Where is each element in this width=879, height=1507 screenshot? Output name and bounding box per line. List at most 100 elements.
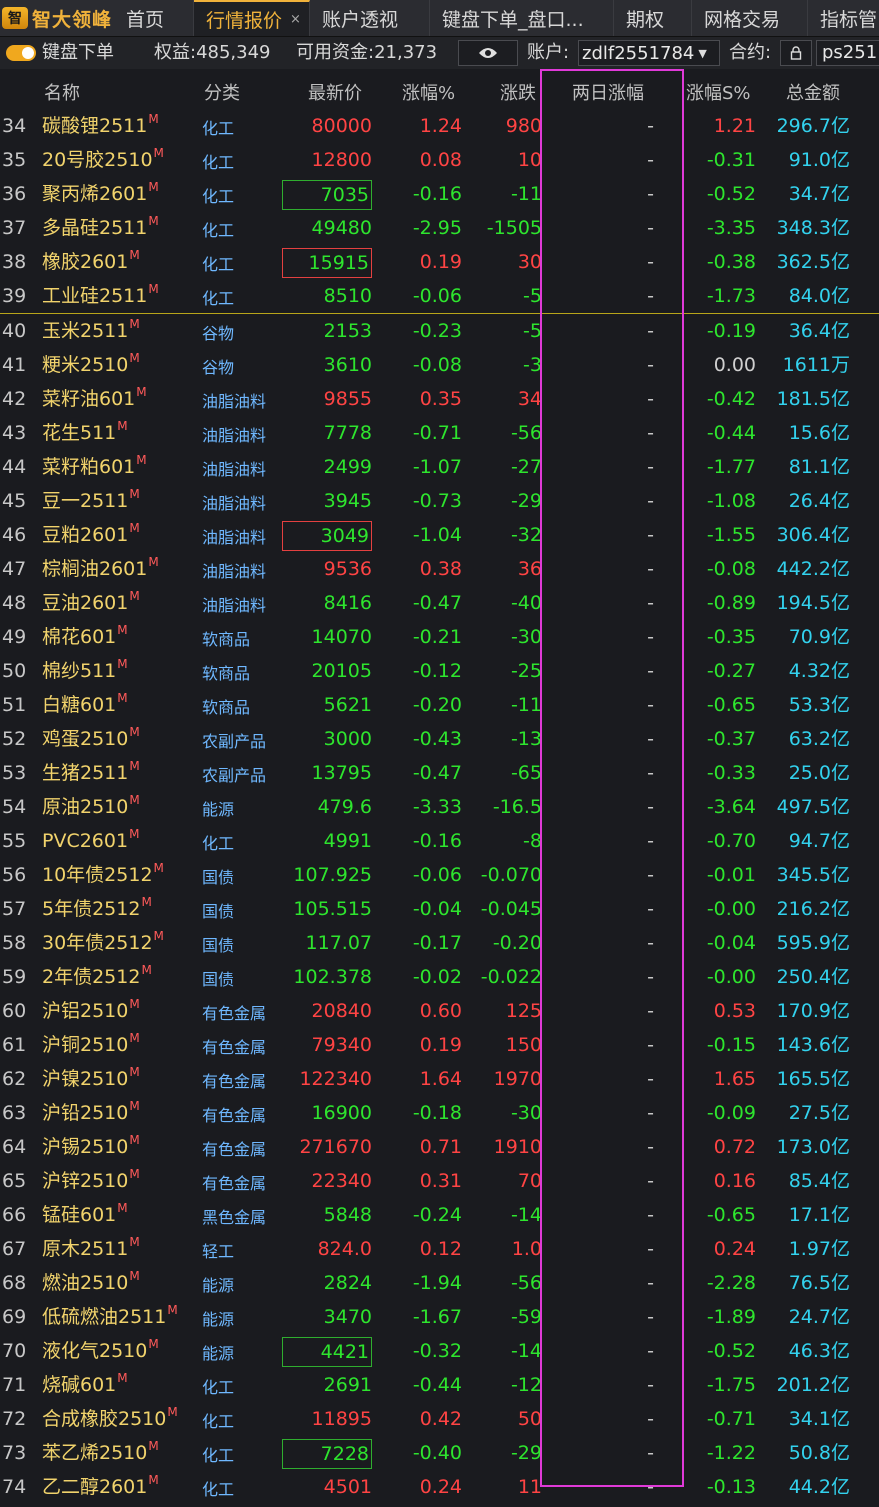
table-row[interactable]: 44 菜籽粕601M 油脂油料 2499 -1.07 -27 - -1.77 81.1亿 (0, 450, 879, 484)
contract-name[interactable]: 乙二醇2601M (42, 1474, 159, 1498)
table-row[interactable]: 41 粳米2510M 谷物 3610 -0.08 -3 - 0.00 1611万 (0, 348, 879, 382)
table-row[interactable]: 64 沪锡2510M 有色金属 271670 0.71 1910 - 0.72 173.0亿 (0, 1130, 879, 1164)
table-row[interactable]: 35 20号胶2510M 化工 12800 0.08 10 - -0.31 91.0亿 (0, 143, 879, 177)
col-change-s-pct[interactable]: 涨幅S% (686, 79, 751, 105)
keyboard-order-toggle[interactable] (6, 45, 36, 61)
table-row[interactable]: 71 烧碱601M 化工 2691 -0.44 -12 - -1.75 201.2亿 (0, 1368, 879, 1402)
table-row[interactable]: 72 合成橡胶2510M 化工 11895 0.42 50 - -0.71 34.1亿 (0, 1402, 879, 1436)
contract-name[interactable]: 花生511M (42, 420, 128, 444)
contract-name[interactable]: 菜籽油601M (42, 386, 147, 410)
col-name[interactable]: 名称 (44, 79, 80, 105)
table-row[interactable]: 42 菜籽油601M 油脂油料 9855 0.35 34 - -0.42 181.5亿 (0, 382, 879, 416)
table-row[interactable]: 34 碳酸锂2511M 化工 80000 1.24 980 - 1.21 296.7亿 (0, 109, 879, 143)
contract-name[interactable]: 原油2510M (42, 794, 140, 818)
lock-button[interactable] (780, 40, 812, 66)
table-row[interactable]: 62 沪镍2510M 有色金属 122340 1.64 1970 - 1.65 165.5亿 (0, 1062, 879, 1096)
col-two-day-change[interactable]: 两日涨幅 (572, 79, 644, 105)
tab-indicator-manager[interactable]: 指标管 (808, 0, 879, 36)
table-row[interactable]: 49 棉花601M 软商品 14070 -0.21 -30 - -0.35 70.9亿 (0, 620, 879, 654)
col-change[interactable]: 涨跌 (500, 79, 536, 105)
table-row[interactable]: 53 生猪2511M 农副产品 13795 -0.47 -65 - -0.33 25.0亿 (0, 756, 879, 790)
table-row[interactable]: 38 橡胶2601M 化工 15915 0.19 30 - -0.38 362.5亿 (0, 245, 879, 279)
contract-input[interactable]: ps251 (816, 40, 879, 66)
toggle-visibility-button[interactable] (458, 40, 518, 66)
contract-name[interactable]: 棕榈油2601M (42, 556, 159, 580)
table-row[interactable]: 58 30年债2512M 国债 117.07 -0.17 -0.20 - -0.04 595.9… (0, 926, 879, 960)
table-row[interactable]: 36 聚丙烯2601M 化工 7035 -0.16 -11 - -0.52 34.7亿 (0, 177, 879, 211)
contract-name[interactable]: 鸡蛋2510M (42, 726, 140, 750)
contract-name[interactable]: PVC2601M (42, 828, 139, 852)
contract-name[interactable]: 沪铜2510M (42, 1032, 140, 1056)
table-row[interactable]: 54 原油2510M 能源 479.6 -3.33 -16.5 - -3.64 497.5亿 (0, 790, 879, 824)
contract-name[interactable]: 工业硅2511M (42, 283, 159, 307)
contract-name[interactable]: 烧碱601M (42, 1372, 128, 1396)
table-row[interactable]: 67 原木2511M 轻工 824.0 0.12 1.0 - 0.24 1.97亿 (0, 1232, 879, 1266)
table-row[interactable]: 48 豆油2601M 油脂油料 8416 -0.47 -40 - -0.89 194.5亿 (0, 586, 879, 620)
contract-name[interactable]: 低硫燃油2511M (42, 1304, 178, 1328)
contract-name[interactable]: 豆粕2601M (42, 522, 140, 546)
contract-name[interactable]: 20号胶2510M (42, 147, 164, 171)
contract-name[interactable]: 沪镍2510M (42, 1066, 140, 1090)
tab-account-view[interactable]: 账户透视 (310, 0, 430, 36)
contract-name[interactable]: 棉纱511M (42, 658, 128, 682)
contract-name[interactable]: 橡胶2601M (42, 249, 140, 273)
contract-name[interactable]: 沪锌2510M (42, 1168, 140, 1192)
contract-name[interactable]: 10年债2512M (42, 862, 164, 886)
contract-name[interactable]: 玉米2511M (42, 318, 140, 342)
table-row[interactable]: 66 锰硅601M 黑色金属 5848 -0.24 -14 - -0.65 17.1亿 (0, 1198, 879, 1232)
contract-name[interactable]: 5年债2512M (42, 896, 152, 920)
contract-name[interactable]: 苯乙烯2510M (42, 1440, 159, 1464)
contract-name[interactable]: 粳米2510M (42, 352, 140, 376)
table-row[interactable]: 55 PVC2601M 化工 4991 -0.16 -8 - -0.70 94.7亿 (0, 824, 879, 858)
table-row[interactable]: 56 10年债2512M 国债 107.925 -0.06 -0.070 - -0.01 345… (0, 858, 879, 892)
table-row[interactable]: 45 豆一2511M 油脂油料 3945 -0.73 -29 - -1.08 26.4亿 (0, 484, 879, 518)
table-row[interactable]: 61 沪铜2510M 有色金属 79340 0.19 150 - -0.15 143.6亿 (0, 1028, 879, 1062)
contract-name[interactable]: 原木2511M (42, 1236, 140, 1260)
contract-name[interactable]: 2年债2512M (42, 964, 152, 988)
close-icon[interactable]: × (290, 12, 301, 27)
contract-name[interactable]: 合成橡胶2510M (42, 1406, 178, 1430)
table-row[interactable]: 46 豆粕2601M 油脂油料 3049 -1.04 -32 - -1.55 306.4亿 (0, 518, 879, 552)
table-row[interactable]: 37 多晶硅2511M 化工 49480 -2.95 -1505 - -3.35 348.3亿 (0, 211, 879, 245)
contract-name[interactable]: 碳酸锂2511M (42, 113, 159, 137)
table-row[interactable]: 70 液化气2510M 能源 4421 -0.32 -14 - -0.52 46.3亿 (0, 1334, 879, 1368)
contract-name[interactable]: 沪铝2510M (42, 998, 140, 1022)
contract-name[interactable]: 白糖601M (42, 692, 128, 716)
tab-options[interactable]: 期权 (614, 0, 692, 36)
table-row[interactable]: 69 低硫燃油2511M 能源 3470 -1.67 -59 - -1.89 24.7亿 (0, 1300, 879, 1334)
contract-name[interactable]: 豆一2511M (42, 488, 140, 512)
contract-name[interactable]: 沪铅2510M (42, 1100, 140, 1124)
table-row[interactable]: 59 2年债2512M 国债 102.378 -0.02 -0.022 - -0.00 250.… (0, 960, 879, 994)
contract-name[interactable]: 30年债2512M (42, 930, 164, 954)
col-category[interactable]: 分类 (204, 79, 240, 105)
col-change-pct[interactable]: 涨幅% (402, 79, 455, 105)
contract-name[interactable]: 燃油2510M (42, 1270, 140, 1294)
table-row[interactable]: 51 白糖601M 软商品 5621 -0.20 -11 - -0.65 53.3亿 (0, 688, 879, 722)
contract-name[interactable]: 沪锡2510M (42, 1134, 140, 1158)
table-row[interactable]: 40 玉米2511M 谷物 2153 -0.23 -5 - -0.19 36.4亿 (0, 313, 879, 348)
col-last-price[interactable]: 最新价 (308, 79, 362, 105)
contract-name[interactable]: 豆油2601M (42, 590, 140, 614)
table-row[interactable]: 60 沪铝2510M 有色金属 20840 0.60 125 - 0.53 170.9亿 (0, 994, 879, 1028)
table-row[interactable]: 50 棉纱511M 软商品 20105 -0.12 -25 - -0.27 4.32亿 (0, 654, 879, 688)
contract-name[interactable]: 锰硅601M (42, 1202, 128, 1226)
table-row[interactable]: 57 5年债2512M 国债 105.515 -0.04 -0.045 - -0.00 216.… (0, 892, 879, 926)
table-row[interactable]: 63 沪铅2510M 有色金属 16900 -0.18 -30 - -0.09 27.5亿 (0, 1096, 879, 1130)
table-row[interactable]: 47 棕榈油2601M 油脂油料 9536 0.38 36 - -0.08 442.2亿 (0, 552, 879, 586)
col-total-amount[interactable]: 总金额 (786, 79, 840, 105)
tab-home[interactable]: 首页 (114, 0, 194, 36)
contract-name[interactable]: 液化气2510M (42, 1338, 159, 1362)
table-row[interactable]: 39 工业硅2511M 化工 8510 -0.06 -5 - -1.73 84.0亿 (0, 279, 879, 313)
tab-keyboard-order[interactable]: 键盘下单_盘口... (430, 0, 614, 36)
tab-quotes[interactable]: 行情报价 × (194, 0, 310, 36)
table-row[interactable]: 73 苯乙烯2510M 化工 7228 -0.40 -29 - -1.22 50.8亿 (0, 1436, 879, 1470)
tab-grid-trading[interactable]: 网格交易 (692, 0, 808, 36)
account-select[interactable]: zdlf2551784 ▼ (578, 40, 720, 66)
table-row[interactable]: 74 乙二醇2601M 化工 4501 0.24 11 - -0.13 44.2亿 (0, 1470, 879, 1504)
contract-name[interactable]: 生猪2511M (42, 760, 140, 784)
table-row[interactable]: 52 鸡蛋2510M 农副产品 3000 -0.43 -13 - -0.37 63.2亿 (0, 722, 879, 756)
table-row[interactable]: 43 花生511M 油脂油料 7778 -0.71 -56 - -0.44 15.6亿 (0, 416, 879, 450)
table-row[interactable]: 65 沪锌2510M 有色金属 22340 0.31 70 - 0.16 85.4亿 (0, 1164, 879, 1198)
contract-name[interactable]: 菜籽粕601M (42, 454, 147, 478)
contract-name[interactable]: 棉花601M (42, 624, 128, 648)
